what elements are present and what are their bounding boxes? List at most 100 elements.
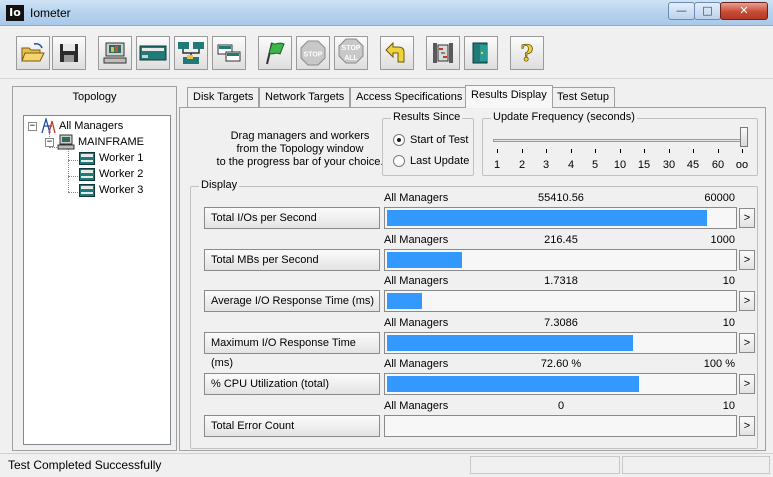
update-frequency-slider-thumb[interactable]	[740, 127, 748, 147]
open-config-button[interactable]	[16, 36, 50, 70]
progress-bar[interactable]	[384, 207, 737, 229]
progress-bar-fill	[387, 252, 462, 268]
exit-button[interactable]	[426, 36, 460, 70]
collapse-expander[interactable]: −	[45, 138, 54, 147]
display-row: Total Error Count All Managers 0 10 >	[191, 400, 757, 437]
title-bar[interactable]: Io Iometer — □ ✕	[0, 0, 773, 26]
topology-tree[interactable]: − All Managers − MAINFRAME Worker 1 Work…	[23, 115, 171, 445]
tree-item-all-managers[interactable]: − All Managers	[24, 118, 170, 134]
last-update-label: Last Update	[410, 155, 470, 167]
close-button[interactable]: ✕	[720, 2, 768, 20]
range-arrow-button[interactable]: >	[739, 374, 755, 394]
bar-source-label: All Managers	[384, 192, 449, 204]
tree-item-worker-1[interactable]: Worker 1	[24, 150, 170, 166]
green-flag-icon	[266, 42, 285, 65]
progress-bar[interactable]	[384, 290, 737, 312]
start-tests-button[interactable]	[258, 36, 292, 70]
progress-bar-fill	[387, 376, 639, 392]
topology-panel: Topology − All Managers − MAINFRAME Work…	[12, 86, 177, 451]
frequency-tick-label: 3	[542, 159, 550, 171]
metric-select-button[interactable]: % CPU Utilization (total)	[204, 373, 380, 395]
maximize-button[interactable]: □	[694, 2, 721, 20]
range-arrow-button[interactable]: >	[739, 416, 755, 436]
frequency-tick-label: 45	[686, 159, 700, 171]
svg-text:ALL: ALL	[344, 55, 358, 62]
progress-bar-fill	[387, 210, 707, 226]
frequency-tick-label: 60	[711, 159, 725, 171]
show-results-button[interactable]	[98, 36, 132, 70]
display-row: % CPU Utilization (total) All Managers 72.…	[191, 358, 757, 395]
progress-bar[interactable]	[384, 415, 737, 437]
progress-bar[interactable]	[384, 373, 737, 395]
status-text: Test Completed Successfully	[8, 458, 162, 472]
tree-item-worker-2[interactable]: Worker 2	[24, 166, 170, 182]
bar-source-label: All Managers	[384, 358, 449, 370]
stop-all-button[interactable]: STOP ALL	[334, 36, 368, 70]
stop-test-button[interactable]: STOP	[296, 36, 330, 70]
duplicate-worker-button[interactable]	[212, 36, 246, 70]
update-frequency-slider-track[interactable]	[493, 139, 745, 142]
reset-workers-button[interactable]	[380, 36, 414, 70]
display-row: Maximum I/O Response Time (ms) All Manage…	[191, 317, 757, 369]
tab-access-specifications[interactable]: Access Specifications	[350, 87, 469, 107]
start-of-test-radio[interactable]	[393, 134, 405, 146]
bar-source-label: All Managers	[384, 234, 449, 246]
new-disk-worker-button[interactable]	[136, 36, 170, 70]
save-config-button[interactable]	[52, 36, 86, 70]
tab-test-setup[interactable]: Test Setup	[551, 87, 615, 107]
tree-label: Worker 1	[99, 152, 144, 164]
disk-worker-icon	[79, 152, 95, 165]
frequency-tick-mark	[546, 149, 547, 153]
reset-arrow-icon	[385, 41, 405, 63]
all-managers-icon	[41, 118, 56, 134]
update-frequency-group: Update Frequency (seconds) 1 2 3 4 5 10 15 30 45…	[482, 111, 758, 176]
progress-bar[interactable]	[384, 332, 737, 354]
frequency-tick-label: 30	[662, 159, 676, 171]
status-pane	[622, 456, 770, 474]
metric-select-button[interactable]: Total MBs per Second	[204, 249, 380, 271]
range-arrow-button[interactable]: >	[739, 333, 755, 353]
display-row: Average I/O Response Time (ms) All Manage…	[191, 275, 757, 312]
window-title: Iometer	[30, 6, 71, 20]
results-since-group: Results Since Start of Test Last Update	[382, 111, 474, 176]
status-bar: Test Completed Successfully	[0, 453, 773, 477]
drag-instructions: Drag managers and workers from the Topol…	[216, 130, 384, 168]
computer-icon	[57, 134, 75, 150]
disconnect-button[interactable]	[464, 36, 498, 70]
frequency-tick-mark	[693, 149, 694, 153]
metric-select-button[interactable]: Total I/Os per Second	[204, 207, 380, 229]
floppy-disk-icon	[60, 44, 78, 62]
range-arrow-button[interactable]: >	[739, 250, 755, 270]
minimize-button[interactable]: —	[668, 2, 695, 20]
tab-results-display[interactable]: Results Display	[465, 85, 553, 108]
question-mark-icon: ?	[520, 41, 534, 66]
about-button[interactable]: ?	[510, 36, 544, 70]
topology-title: Topology	[72, 91, 117, 103]
bar-value-label: 216.45	[544, 234, 578, 246]
bar-value-label: 55410.56	[538, 192, 584, 204]
bar-value-label: 1.7318	[544, 275, 578, 287]
collapse-expander[interactable]: −	[28, 122, 37, 131]
new-network-worker-button[interactable]	[174, 36, 208, 70]
tab-disk-targets[interactable]: Disk Targets	[187, 87, 260, 107]
metric-select-button[interactable]: Total Error Count	[204, 415, 380, 437]
svg-text:?: ?	[521, 41, 534, 66]
tree-item-mainframe[interactable]: − MAINFRAME	[24, 134, 170, 150]
results-display-content: Drag managers and workers from the Topol…	[179, 107, 766, 451]
tab-network-targets[interactable]: Network Targets	[259, 87, 351, 107]
bar-value-label: 0	[557, 400, 565, 412]
frequency-tick-label: 2	[518, 159, 526, 171]
frequency-tick-mark	[497, 149, 498, 153]
metric-select-button[interactable]: Maximum I/O Response Time (ms)	[204, 332, 380, 369]
progress-bar[interactable]	[384, 249, 737, 271]
last-update-radio[interactable]	[393, 155, 405, 167]
range-arrow-button[interactable]: >	[739, 208, 755, 228]
stop-all-icon: STOP ALL	[338, 38, 364, 64]
bar-max-label: 100 %	[703, 358, 735, 370]
display-row: Total MBs per Second All Managers 216.45 10…	[191, 234, 757, 271]
tree-item-worker-3[interactable]: Worker 3	[24, 182, 170, 198]
range-arrow-button[interactable]: >	[739, 291, 755, 311]
metric-select-button[interactable]: Average I/O Response Time (ms)	[204, 290, 380, 312]
frequency-tick-mark	[522, 149, 523, 153]
frequency-tick-mark	[644, 149, 645, 153]
